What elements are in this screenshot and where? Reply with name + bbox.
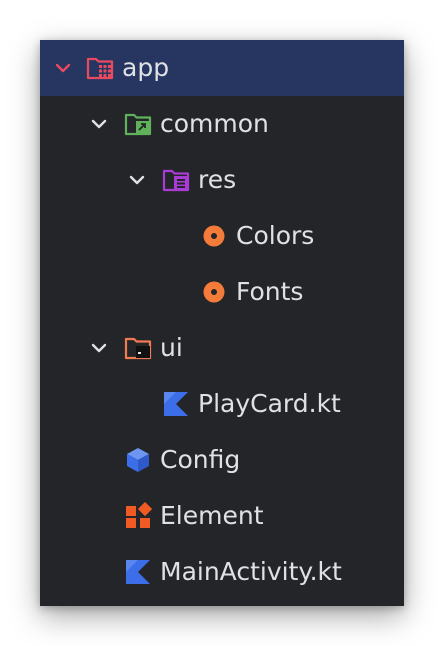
tree-item-label: common: [160, 109, 269, 138]
kotlin-file-icon: [164, 392, 188, 416]
tree-item-ui[interactable]: ui: [40, 320, 404, 376]
config-cube-icon: [127, 448, 149, 472]
kotlin-file-icon: [126, 560, 150, 584]
tree-item-playcard[interactable]: PlayCard.kt: [40, 376, 404, 432]
tree-item-fonts[interactable]: Fonts: [40, 264, 404, 320]
chevron-down-icon[interactable]: [128, 171, 146, 189]
resource-dot-icon: [203, 225, 225, 247]
tree-item-label: MainActivity.kt: [160, 557, 342, 586]
tree-item-element[interactable]: Element: [40, 488, 404, 544]
tree-item-config[interactable]: Config: [40, 432, 404, 488]
tree-item-colors[interactable]: Colors: [40, 208, 404, 264]
chevron-down-icon[interactable]: [54, 59, 72, 77]
tree-item-label: app: [122, 53, 170, 82]
module-folder-icon: [86, 57, 114, 80]
tree-item-label: Colors: [236, 221, 315, 250]
resource-dot-icon: [203, 281, 225, 303]
tree-item-label: res: [198, 165, 237, 194]
tree-item-label: ui: [160, 333, 183, 362]
chevron-down-icon[interactable]: [90, 339, 108, 357]
resource-folder-icon: [162, 169, 190, 192]
tree-item-app[interactable]: app: [40, 40, 404, 96]
project-tree-panel: app common res Colors Fonts ui PlayCard.…: [40, 40, 404, 606]
element-blocks-icon: [126, 502, 152, 528]
ui-folder-icon: [124, 337, 152, 360]
tree-item-res[interactable]: res: [40, 152, 404, 208]
tree-item-common[interactable]: common: [40, 96, 404, 152]
tree-item-label: PlayCard.kt: [198, 389, 341, 418]
tree-item-label: Config: [160, 445, 241, 474]
tree-item-label: Element: [160, 501, 264, 530]
tree-item-label: Fonts: [236, 277, 304, 306]
chevron-down-icon[interactable]: [90, 115, 108, 133]
package-folder-icon: [124, 113, 152, 136]
tree-item-mainactivity[interactable]: MainActivity.kt: [40, 544, 404, 600]
